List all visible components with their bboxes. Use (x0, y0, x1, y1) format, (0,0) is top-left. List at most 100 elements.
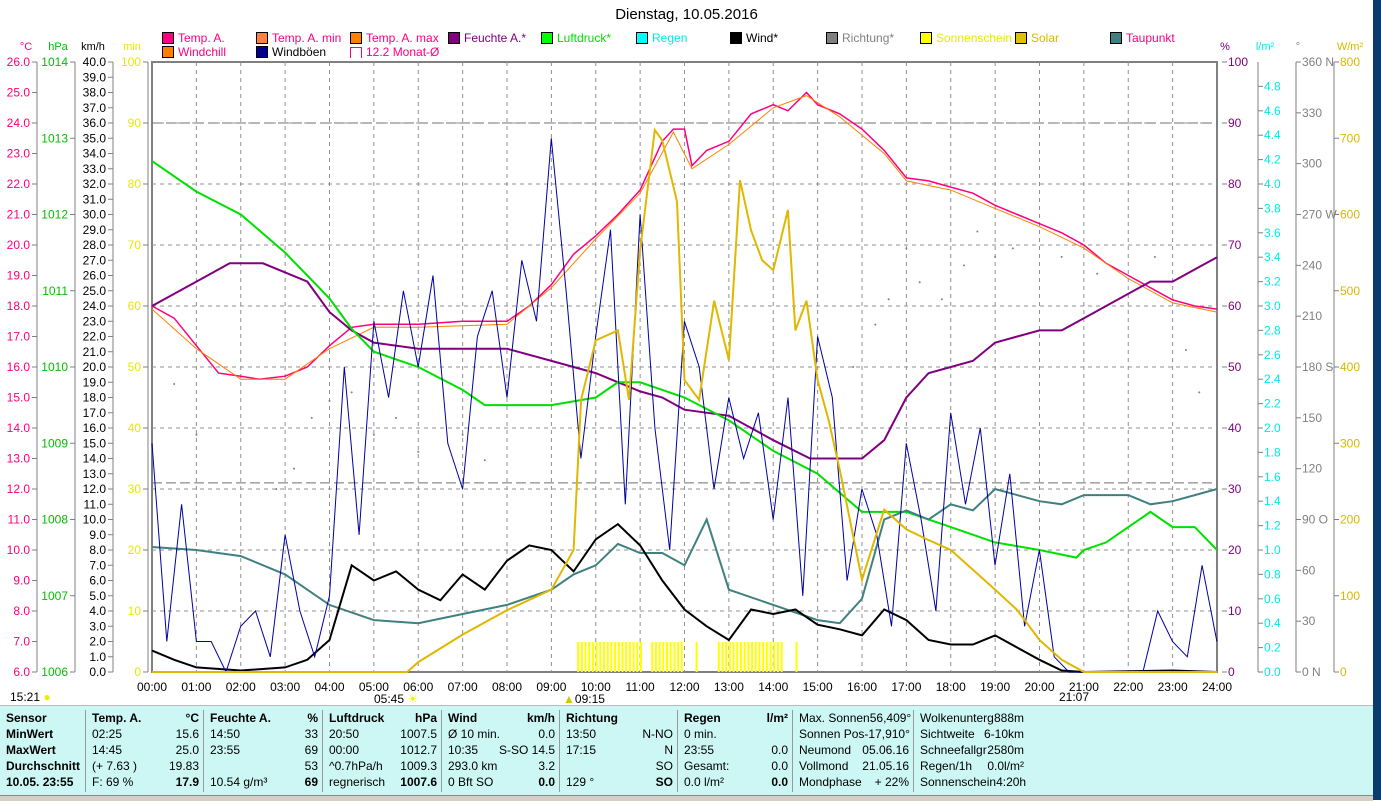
header-cell: Luftdruck (329, 711, 385, 725)
table-header: Regen l/m² (680, 710, 792, 726)
direction-point (1060, 255, 1063, 258)
sunshine-bar (680, 642, 683, 672)
table-cell: 13:50 (566, 727, 597, 741)
legend-swatch (541, 32, 553, 44)
legend-swatch (256, 32, 268, 44)
table-cell: S-SO 14.5 (498, 743, 555, 757)
legend-item: Taupunkt (1110, 31, 1175, 45)
axis-label-dir: 300 (1302, 157, 1322, 171)
axis-label-wind: 38.0 (83, 86, 107, 100)
legend-label: Luftdruck* (557, 31, 612, 45)
temp-column: Temp. A. °C 02:25 15.6 14:45 25.0 (+ 7.63 ) 19.… (88, 710, 204, 792)
axis-label-hum: 80 (1228, 177, 1242, 191)
table-cell: 129 ° (566, 775, 595, 789)
axis-label-hum: 20 (1228, 543, 1242, 557)
axis-label-rain: 4.4 (1264, 128, 1281, 142)
axis-label-wind: 36.0 (83, 116, 107, 130)
marker-0915-label: ▲09:15 (563, 692, 605, 706)
sunshine-bar (780, 642, 783, 672)
table-cell: 6-10km (983, 727, 1024, 741)
weather-chart: 00:00 01:00 02:00 03:00 04:00 05:00 06:00 07:00… (7, 41, 1364, 694)
table-cell: 33 (304, 727, 318, 741)
axis-label-wind: 33.0 (83, 162, 107, 176)
sunshine-bar (591, 642, 594, 672)
header-cell: l/m² (766, 711, 788, 725)
table-cell: 1012.7 (400, 743, 437, 757)
sunshine-bar (717, 642, 720, 672)
direction-point (994, 255, 997, 258)
direction-point (1153, 255, 1156, 258)
legend-swatch (1110, 32, 1122, 44)
axis-label-rain: 4.2 (1264, 153, 1281, 167)
x-tick-label: 22:00 (1113, 680, 1143, 694)
axis-label-rain: 3.6 (1264, 226, 1281, 240)
sunshine-bar (617, 642, 620, 672)
table-cell: regnerisch (329, 775, 386, 789)
axis-label-temp: 26.0 (7, 55, 31, 69)
axis-label-rain: 0.2 (1264, 641, 1281, 655)
direction-point (1011, 247, 1014, 250)
header-cell: hPa (414, 711, 437, 725)
direction-point (918, 281, 921, 284)
axis-unit-temp: °C (20, 41, 32, 53)
axis-label-solar: 500 (1340, 284, 1360, 298)
x-tick-label: 03:00 (270, 680, 300, 694)
table-row: 13:50 N-NO (562, 726, 677, 742)
direction-point (940, 298, 943, 301)
direction-point (417, 450, 420, 453)
table-cell: 19.83 (168, 759, 199, 773)
legend-swatch (162, 32, 174, 44)
table-cell: N-NO (642, 727, 673, 741)
axis-label-press: 1006 (41, 665, 68, 679)
axis-label-dir: 270 W (1302, 208, 1337, 222)
axis-label-rain: 3.0 (1264, 299, 1281, 313)
axis-label-wind: 1.0 (89, 650, 106, 664)
axis-label-wind: 34.0 (83, 147, 107, 161)
axis-label-rain: 2.0 (1264, 421, 1281, 435)
header-cell: Regen (684, 711, 721, 725)
header-cell: Feuchte A. (210, 711, 271, 725)
legend-swatch (1015, 32, 1027, 44)
axis-label-wind: 17.0 (83, 406, 107, 420)
sunshine-bar (658, 642, 661, 672)
x-tick-label: 13:00 (714, 680, 744, 694)
axis-label-min: 40 (128, 421, 142, 435)
axis-label-rain: 2.2 (1264, 397, 1281, 411)
sunshine-bar (695, 642, 698, 672)
axis-label-wind: 37.0 (83, 101, 107, 115)
axis-label-hum: 0 (1228, 665, 1235, 679)
axis-label-temp: 14.0 (7, 421, 31, 435)
axis-label-solar: 200 (1340, 513, 1360, 527)
sun-icon: ● (43, 690, 51, 704)
axis-label-temp: 13.0 (7, 452, 31, 466)
table-cell: 53 (304, 759, 318, 773)
axis-label-rain: 0.0 (1264, 665, 1281, 679)
table-cell: + 22% (874, 775, 909, 789)
axis-label-wind: 7.0 (89, 558, 106, 572)
table-cell: 3.2 (538, 759, 555, 773)
x-tick-label: 00:00 (137, 680, 167, 694)
sunshine-bar (732, 642, 735, 672)
x-tick-label: 07:00 (448, 680, 478, 694)
sunshine-bar (758, 642, 761, 672)
axis-label-temp: 25.0 (7, 86, 31, 100)
table-header: Temp. A. °C (88, 710, 203, 726)
axis-label-min: 30 (128, 482, 142, 496)
table-row: SO (562, 758, 677, 774)
table-header: Richtung (562, 710, 677, 726)
axis-label-hum: 30 (1228, 482, 1242, 496)
axis-label-temp: 16.0 (7, 360, 31, 374)
axis-label-press: 1012 (41, 208, 68, 222)
table-row: Sonnen Pos -17,910° (795, 726, 913, 742)
axis-label-wind: 24.0 (83, 299, 107, 313)
axis-label-dir: 120 (1302, 462, 1322, 476)
table-header: Feuchte A.% (206, 710, 322, 726)
table-row: 0 min. (680, 726, 792, 742)
sunshine-bar (762, 642, 765, 672)
table-cell: 0.0 (771, 775, 788, 789)
axis-label-temp: 10.0 (7, 543, 31, 557)
direction-column: Richtung 13:50 N-NO 17:15 N SO 129 ° SO (562, 710, 678, 792)
legend-label: 12.2 Monat-Ø (366, 45, 440, 59)
axis-label-min: 50 (128, 360, 142, 374)
legend-swatch (350, 32, 362, 44)
